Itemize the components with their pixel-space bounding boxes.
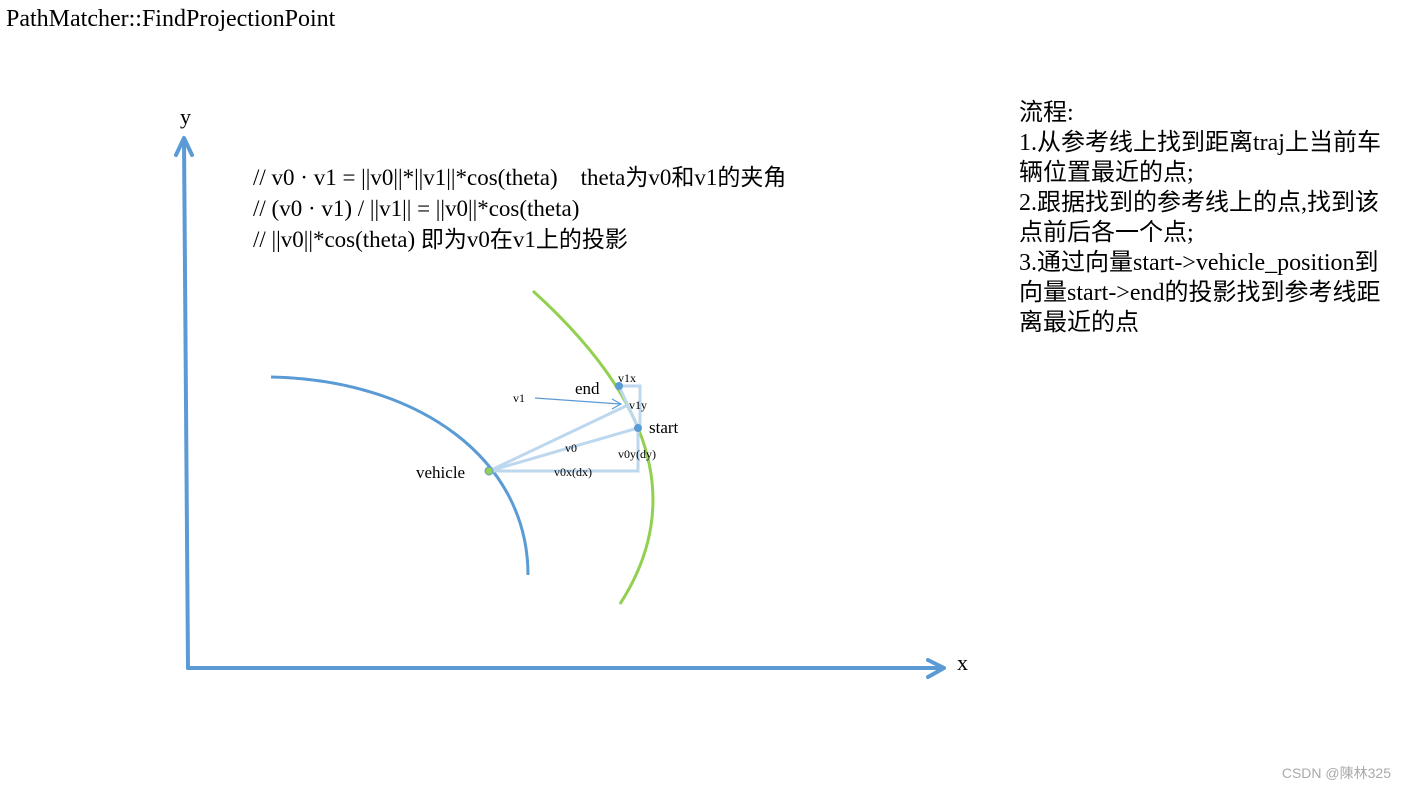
v1y-label: v1y	[629, 398, 647, 412]
v0-label: v0	[565, 441, 577, 455]
axes	[174, 136, 946, 679]
v0y-label: v0y(dy)	[618, 447, 656, 461]
vehicle-label: vehicle	[416, 463, 465, 482]
projection-diagram: y x end start vehicle v1 v1x v1y v0 v0x(…	[174, 104, 968, 679]
v1-pointer-arrow	[534, 397, 621, 405]
y-axis-label: y	[180, 104, 191, 129]
start-label: start	[649, 418, 679, 437]
vehicle-trajectory-curve	[270, 375, 530, 576]
watermark: CSDN @陳林325	[1281, 765, 1391, 781]
v1x-label: v1x	[618, 371, 636, 385]
x-axis-label: x	[957, 650, 968, 675]
v0x-label: v0x(dx)	[554, 465, 592, 479]
v1-label: v1	[513, 391, 525, 405]
y-axis	[182, 138, 190, 670]
start-point	[634, 424, 642, 432]
end-label: end	[575, 379, 600, 398]
vehicle-point	[484, 466, 494, 476]
